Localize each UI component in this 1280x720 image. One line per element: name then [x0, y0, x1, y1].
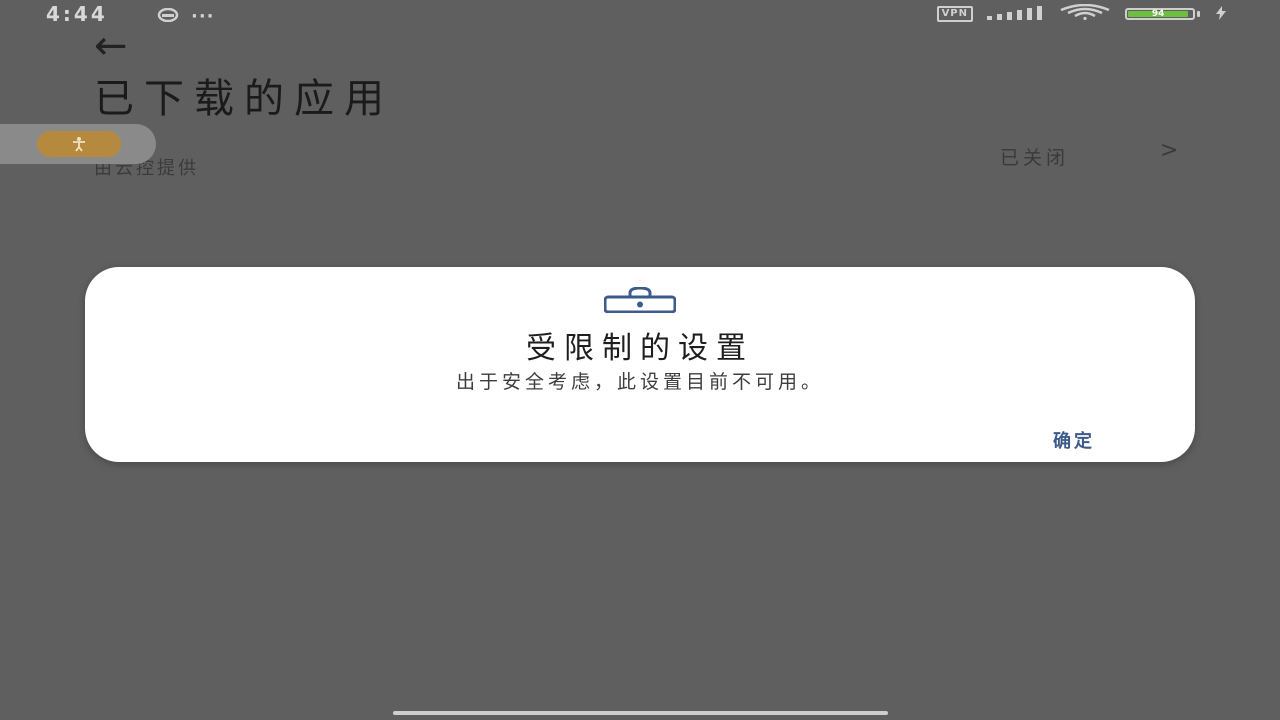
wifi-icon [1059, 3, 1111, 24]
status-icons-right: VPN 94 [936, 3, 1228, 24]
battery-level: 94 [1128, 9, 1189, 19]
page-title: 已下载的应用 [94, 76, 394, 122]
dialog-message: 出于安全考虑，此设置目前不可用。 [455, 371, 824, 393]
accessibility-icon[interactable] [37, 131, 121, 157]
floating-accessibility-bubble[interactable] [0, 124, 156, 164]
more-icon: ··· [191, 6, 215, 27]
restricted-settings-dialog: 受限制的设置 出于安全考虑，此设置目前不可用。 确定 [85, 267, 1195, 462]
circle-icon [157, 7, 179, 26]
app-row-status: 已关闭 [1000, 147, 1070, 169]
lock-icon [603, 286, 677, 314]
status-icons-left: ··· [157, 6, 215, 27]
chevron-right-icon[interactable]: > [1160, 138, 1178, 163]
signal-icon [987, 5, 1045, 24]
vpn-badge: VPN [936, 6, 973, 22]
screen: 4:44 ··· VPN 94 ← 已下载的应用 由云控提供 已关闭 > 受限制… [0, 0, 1280, 720]
home-indicator[interactable] [393, 711, 888, 715]
ok-button[interactable]: 确定 [1053, 427, 1095, 453]
dialog-title: 受限制的设置 [526, 331, 754, 366]
back-arrow-icon[interactable]: ← [94, 26, 128, 66]
battery-icon: 94 [1125, 8, 1200, 20]
charging-icon [1214, 5, 1228, 24]
